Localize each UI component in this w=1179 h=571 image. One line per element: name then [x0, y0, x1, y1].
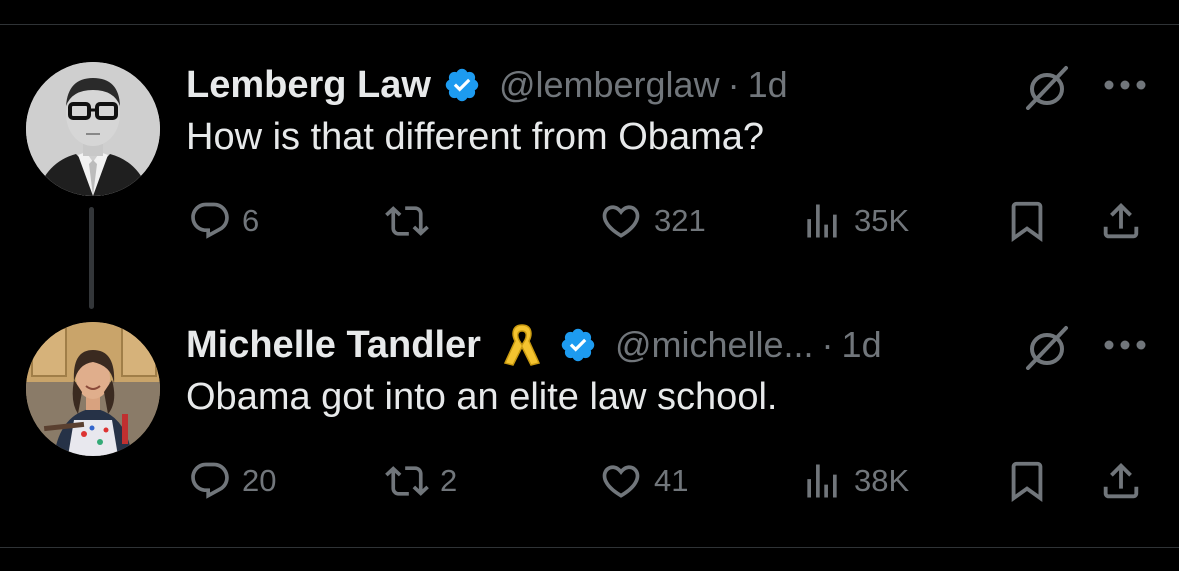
like-count: 321: [654, 203, 706, 238]
bookmark-icon: [1004, 198, 1050, 244]
bottom-divider: [0, 547, 1179, 548]
repost-button[interactable]: 2: [384, 456, 457, 506]
views-count: 38K: [854, 463, 910, 498]
thread-connector-line: [89, 207, 94, 309]
reply-count: 20: [242, 463, 277, 498]
grok-icon[interactable]: [1022, 64, 1072, 110]
share-button[interactable]: [1098, 456, 1144, 506]
bookmark-icon: [1004, 458, 1050, 504]
avatar[interactable]: [26, 62, 160, 196]
more-icon[interactable]: [1102, 78, 1148, 90]
share-button[interactable]: [1098, 196, 1144, 246]
tweet-text: Obama got into an elite law school.: [186, 376, 778, 418]
repost-icon: [384, 459, 430, 503]
like-button[interactable]: 41: [598, 456, 688, 506]
author-name[interactable]: Michelle Tandler: [186, 324, 481, 367]
share-icon: [1098, 198, 1144, 244]
bookmark-button[interactable]: [1004, 456, 1050, 506]
views-button[interactable]: 35K: [800, 196, 909, 246]
repost-icon: [384, 199, 430, 243]
reply-icon: [188, 199, 232, 243]
reply-icon: [188, 459, 232, 503]
tweet-actions: 20 2 41 38K: [0, 456, 1179, 506]
grok-icon[interactable]: [1022, 324, 1072, 370]
views-count: 35K: [854, 203, 910, 238]
tweet-text: How is that different from Obama?: [186, 116, 764, 158]
views-button[interactable]: 38K: [800, 456, 909, 506]
reply-button[interactable]: 6: [188, 196, 259, 246]
author-name[interactable]: Lemberg Law: [186, 64, 431, 107]
heart-icon: [598, 199, 644, 243]
timestamp[interactable]: 1d: [842, 324, 882, 366]
verified-badge-icon[interactable]: [443, 66, 481, 104]
views-icon: [800, 199, 844, 243]
tweet-header: Lemberg Law @lemberglaw · 1d: [186, 60, 788, 110]
author-handle[interactable]: @michelle...: [615, 324, 814, 366]
bookmark-button[interactable]: [1004, 196, 1050, 246]
share-icon: [1098, 458, 1144, 504]
reply-count: 6: [242, 203, 260, 238]
separator-dot: ·: [821, 324, 834, 365]
tweet-header: Michelle Tandler @michelle... · 1d: [186, 320, 882, 370]
avatar[interactable]: [26, 322, 160, 456]
reply-button[interactable]: 20: [188, 456, 276, 506]
like-count: 41: [654, 463, 689, 498]
repost-button[interactable]: [384, 196, 440, 246]
views-icon: [800, 459, 844, 503]
repost-count: 2: [440, 463, 458, 498]
author-handle[interactable]: @lemberglaw: [499, 64, 720, 106]
verified-badge-icon[interactable]: [559, 326, 597, 364]
tweet-actions: 6 321 35K: [0, 196, 1179, 246]
top-divider: [0, 24, 1179, 25]
separator-dot: ·: [727, 64, 740, 105]
yellow-ribbon-icon: [503, 321, 541, 369]
heart-icon: [598, 459, 644, 503]
timestamp[interactable]: 1d: [748, 64, 788, 106]
more-icon[interactable]: [1102, 338, 1148, 350]
like-button[interactable]: 321: [598, 196, 706, 246]
